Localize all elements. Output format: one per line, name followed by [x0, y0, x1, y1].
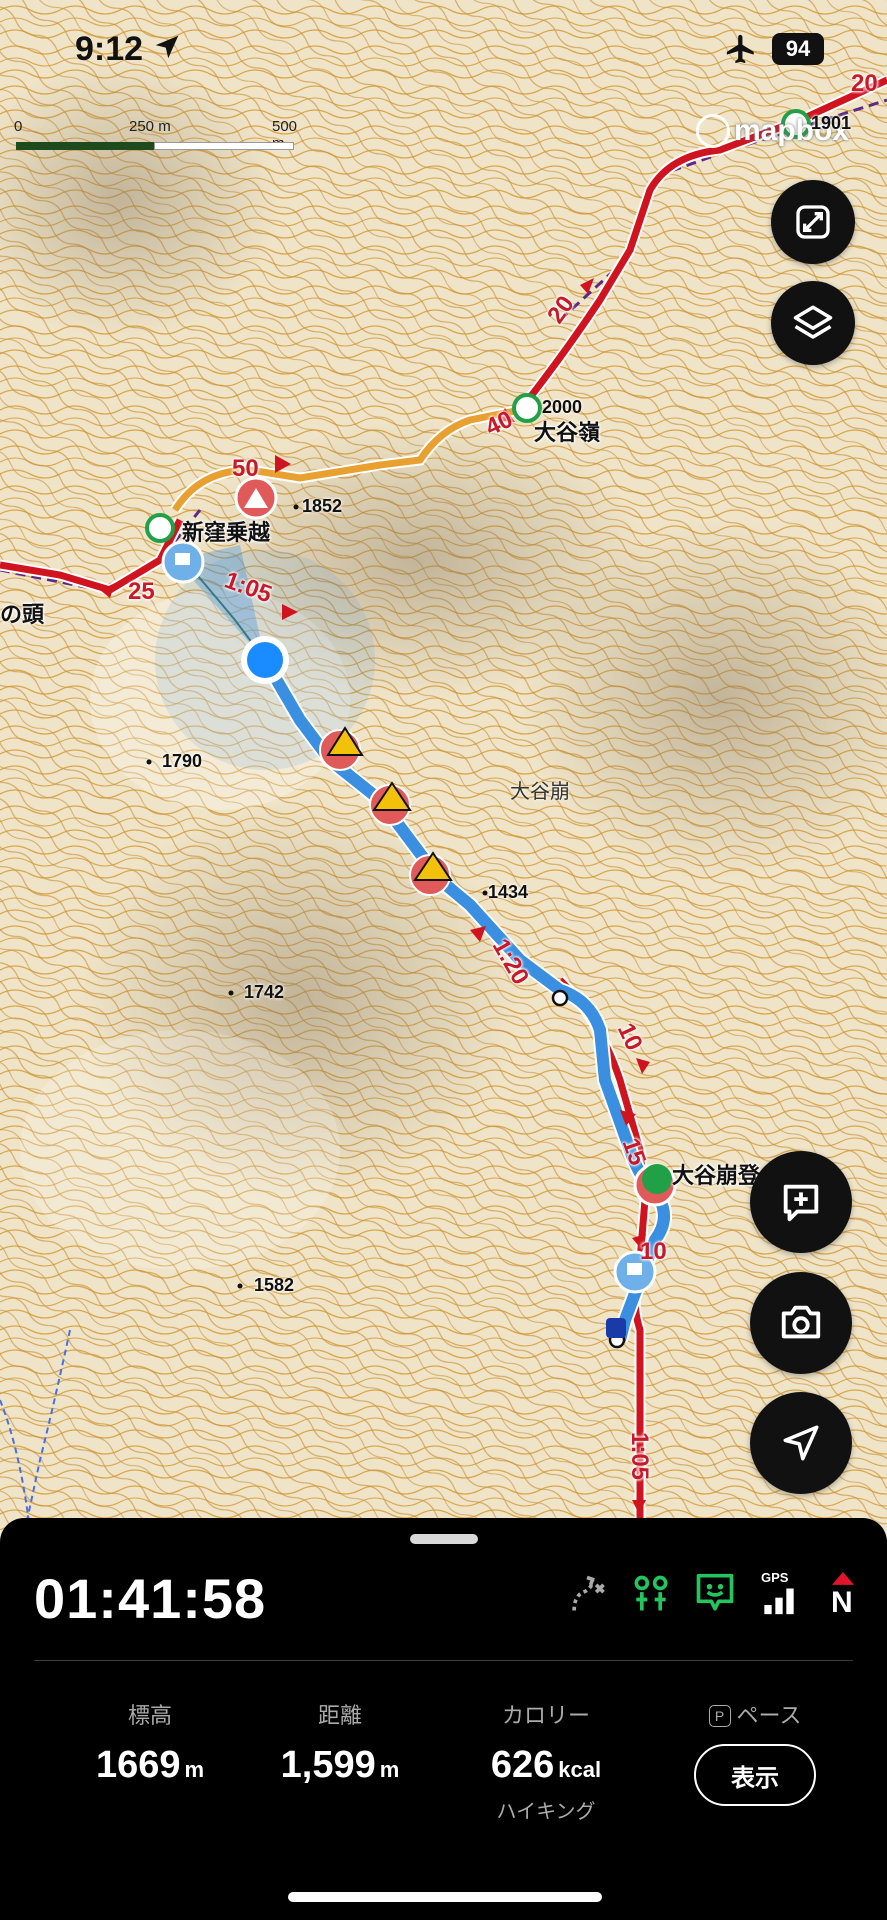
mapbox-mark-icon [696, 114, 730, 148]
route-time-20-top: 20 [851, 70, 878, 97]
distance-unit: m [379, 1757, 400, 1782]
stat-elevation: 標高 1669 m [50, 1698, 250, 1787]
route-time-10-lower: 10 [640, 1238, 667, 1265]
calories-number: 626 [490, 1744, 555, 1786]
location-arrow-icon [155, 35, 179, 59]
stat-pace: P ペース [655, 1698, 855, 1730]
compass-label: N [831, 1586, 853, 1619]
elev-1790: 1790 [162, 751, 203, 771]
scale-mid: 250 m [129, 118, 171, 135]
route-time-50: 50 [232, 455, 259, 482]
elev-1582: 1582 [254, 1275, 295, 1295]
stat-calories-label: カロリー [501, 1703, 590, 1728]
label-trailhead: 大谷崩登 [672, 1163, 761, 1188]
scale-bar-dark [16, 142, 154, 150]
elapsed-time: 01:41:58 [34, 1567, 267, 1630]
map-layers-button[interactable] [771, 281, 855, 365]
stat-calories: カロリー 626 kcal ハイキング [446, 1698, 646, 1824]
add-activity-note-button[interactable] [750, 1151, 852, 1253]
status-time: 9:12 [75, 30, 144, 68]
pace-badge-icon: P [708, 1705, 731, 1727]
status-icons: GPS N [565, 1570, 865, 1619]
stat-calories-value: 626 kcal [446, 1744, 646, 1787]
pace-label-text: ペース [736, 1703, 802, 1728]
camera-button[interactable] [750, 1272, 852, 1374]
navigation-arrow-icon [783, 1425, 819, 1461]
add-note-icon [783, 1184, 819, 1222]
distance-number: 1,599 [280, 1744, 376, 1786]
elev-1742: 1742 [244, 982, 285, 1002]
recenter-location-button[interactable] [750, 1392, 852, 1494]
elevation-unit: m [184, 1757, 205, 1782]
topo-map[interactable]: 9:12 94 0 250 m 500 m mapbox 新窪乗越 大谷嶺 大谷… [0, 0, 887, 1530]
gps-label: GPS [761, 1570, 789, 1585]
label-otanikuzure: 大谷崩 [510, 781, 570, 803]
stat-pace-label: P ペース [655, 1698, 855, 1730]
label-atama: の頭 [0, 602, 45, 627]
route-guidance-icon[interactable] [629, 1570, 673, 1618]
show-pace-button[interactable]: 表示 [694, 1744, 816, 1806]
stat-distance-label: 距離 [317, 1703, 362, 1728]
calories-unit: kcal [558, 1757, 602, 1782]
elev-1434: 1434 [488, 882, 529, 902]
label-shinkubo: 新窪乗越 [182, 520, 271, 545]
resize-icon [796, 205, 830, 239]
stat-elevation-value: 1669 m [50, 1744, 250, 1787]
compass-icon[interactable]: N [821, 1570, 865, 1619]
route-time-25: 25 [128, 578, 155, 605]
fullscreen-button[interactable] [771, 180, 855, 264]
status-bar: 9:12 94 [0, 0, 887, 100]
label-otanire: 大谷嶺 [534, 420, 601, 445]
layers-icon [793, 305, 833, 339]
map-scale: 0 250 m 500 m [14, 118, 297, 158]
elev-1852: 1852 [302, 496, 343, 516]
scale-bar-light [154, 142, 294, 150]
stat-distance: 距離 1,599 m [240, 1698, 440, 1787]
elevation-number: 1669 [95, 1744, 181, 1786]
battery-indicator: 94 [772, 33, 824, 65]
scale-zero: 0 [14, 118, 23, 135]
panel-drag-handle[interactable] [410, 1534, 478, 1544]
gps-signal-icon: GPS [757, 1570, 801, 1618]
elev-2000: 2000 [542, 397, 583, 417]
home-indicator[interactable] [288, 1892, 602, 1902]
activity-panel: 01:41:58 GPS N 標高 1669 m 距離 1,599 m カロリー… [0, 1518, 887, 1920]
camera-icon [781, 1305, 821, 1339]
elev-1901: 1901 [811, 113, 852, 133]
route-time-1-05-lower: 1:05 [626, 1431, 654, 1481]
offroute-alert-icon[interactable] [565, 1570, 609, 1618]
location-sharing-icon[interactable] [693, 1570, 737, 1618]
panel-divider [34, 1660, 853, 1661]
stat-distance-value: 1,599 m [240, 1744, 440, 1787]
airplane-mode-icon [726, 34, 754, 64]
stat-elevation-label: 標高 [127, 1703, 172, 1728]
activity-type: ハイキング [496, 1801, 596, 1823]
